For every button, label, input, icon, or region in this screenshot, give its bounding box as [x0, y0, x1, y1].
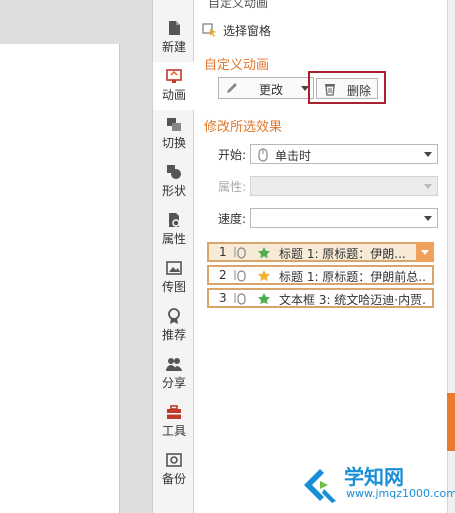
animation-list-item[interactable]: 2 标题 1: 原标题：伊朗前总...: [207, 265, 434, 285]
sidebar-item-transition[interactable]: 切换: [153, 110, 195, 158]
sidebar-item-property[interactable]: 属性: [153, 206, 195, 254]
select-pane-label: 选择窗格: [223, 23, 272, 38]
speed-field-row: 速度:: [218, 208, 438, 228]
animation-order-number: 3: [219, 291, 227, 305]
start-field-row: 开始: 单击时: [218, 144, 438, 164]
property-select: [250, 176, 438, 196]
animation-list-item[interactable]: 1 标题 1: 原标题：伊朗...: [207, 242, 434, 262]
sidebar-item-recommend[interactable]: 推荐: [153, 302, 195, 350]
select-pane-icon: [202, 23, 216, 37]
chevron-down-icon: [424, 152, 432, 157]
recommend-icon: [168, 308, 180, 324]
sidebar-item-image[interactable]: 传图: [153, 254, 195, 302]
sidebar-item-share[interactable]: 分享: [153, 350, 195, 398]
speed-label: 速度:: [218, 212, 247, 226]
slide-page[interactable]: [0, 44, 120, 513]
sidebar-item-new[interactable]: 新建: [153, 14, 195, 62]
mouse-icon: [258, 148, 268, 162]
animation-icon: [166, 69, 182, 83]
panel-collapse-tab[interactable]: [447, 393, 455, 451]
trash-icon: [325, 84, 335, 96]
select-pane-link[interactable]: 选择窗格: [202, 20, 271, 40]
modify-effect-button[interactable]: 更改: [218, 77, 314, 99]
chevron-down-icon: [424, 184, 432, 189]
emphasis-star-icon: [258, 270, 270, 282]
delete-button-label: 删除: [347, 84, 372, 98]
speed-select[interactable]: [250, 208, 438, 228]
watermark-logo-icon: [304, 469, 336, 503]
new-doc-icon: [169, 21, 180, 35]
toolbox-icon: [167, 405, 181, 419]
property-label: 属性:: [218, 180, 247, 194]
property-field-row: 属性:: [218, 176, 438, 196]
animation-list: 1 标题 1: 原标题：伊朗... 2 标题 1: 原标题：伊朗前总... 3 …: [207, 238, 434, 310]
watermark-url: www.jmqz1000.com: [346, 487, 455, 500]
slide-canvas-area: [0, 0, 152, 513]
sidebar-item-label: 动画: [161, 88, 186, 102]
animation-order-number: 2: [219, 268, 227, 282]
property-icon: [169, 213, 180, 227]
animation-item-dropdown[interactable]: [416, 242, 434, 262]
animation-item-text: 文本框 3: 统文哈迈迪·内贾...: [279, 293, 427, 307]
animation-item-text: 标题 1: 原标题：伊朗前总...: [279, 270, 427, 284]
sidebar-item-label: 推荐: [161, 328, 186, 342]
transition-icon: [167, 118, 181, 131]
sidebar-item-label: 新建: [161, 40, 186, 54]
sidebar-item-toolbox[interactable]: 工具: [153, 398, 195, 446]
sidebar-item-shape[interactable]: 形状: [153, 158, 195, 206]
animation-item-text: 标题 1: 原标题：伊朗...: [279, 247, 406, 261]
image-icon: [166, 261, 182, 275]
task-sidebar: 新建 动画 切换 形状 属性 传图 推荐 分享 工具 备份: [152, 0, 195, 513]
sidebar-item-label: 工具: [161, 424, 186, 438]
entrance-star-icon: [258, 293, 270, 305]
sidebar-item-label: 备份: [161, 472, 186, 486]
backup-icon: [166, 453, 182, 467]
mouse-click-icon: [234, 270, 246, 282]
share-icon: [166, 358, 182, 371]
start-select-value: 单击时: [275, 149, 312, 163]
watermark-site-name: 学知网: [344, 465, 404, 489]
start-label: 开始:: [218, 148, 247, 162]
entrance-star-icon: [258, 247, 270, 259]
mouse-click-icon: [234, 293, 246, 305]
sidebar-item-label: 属性: [161, 232, 186, 246]
animation-list-item[interactable]: 3 文本框 3: 统文哈迈迪·内贾...: [207, 288, 434, 308]
modify-effect-section-title: 修改所选效果: [204, 120, 283, 135]
panel-title: 自定义动画: [208, 0, 269, 10]
chevron-down-icon: [421, 250, 429, 255]
chevron-down-icon: [424, 216, 432, 221]
modify-button-label: 更改: [259, 83, 284, 97]
sidebar-item-label: 分享: [161, 376, 186, 390]
delete-highlight-box: 删除: [308, 71, 386, 104]
watermark: 学知网 www.jmqz1000.com: [300, 459, 455, 509]
sidebar-item-animation[interactable]: 动画: [153, 62, 195, 110]
custom-animation-section-title: 自定义动画: [204, 58, 270, 73]
sidebar-item-label: 形状: [161, 184, 186, 198]
sidebar-item-backup[interactable]: 备份: [153, 446, 195, 494]
sidebar-item-label: 传图: [161, 280, 186, 294]
delete-button[interactable]: 删除: [316, 78, 378, 99]
start-select[interactable]: 单击时: [250, 144, 438, 164]
pencil-icon: [227, 83, 237, 93]
custom-animation-panel: 自定义动画 选择窗格 自定义动画 更改 删除 修改所选效果 开始: 单击时 属性…: [194, 0, 447, 513]
animation-order-number: 1: [219, 245, 227, 259]
shape-icon: [167, 165, 181, 179]
mouse-click-icon: [234, 247, 246, 259]
sidebar-item-label: 切换: [161, 136, 186, 150]
